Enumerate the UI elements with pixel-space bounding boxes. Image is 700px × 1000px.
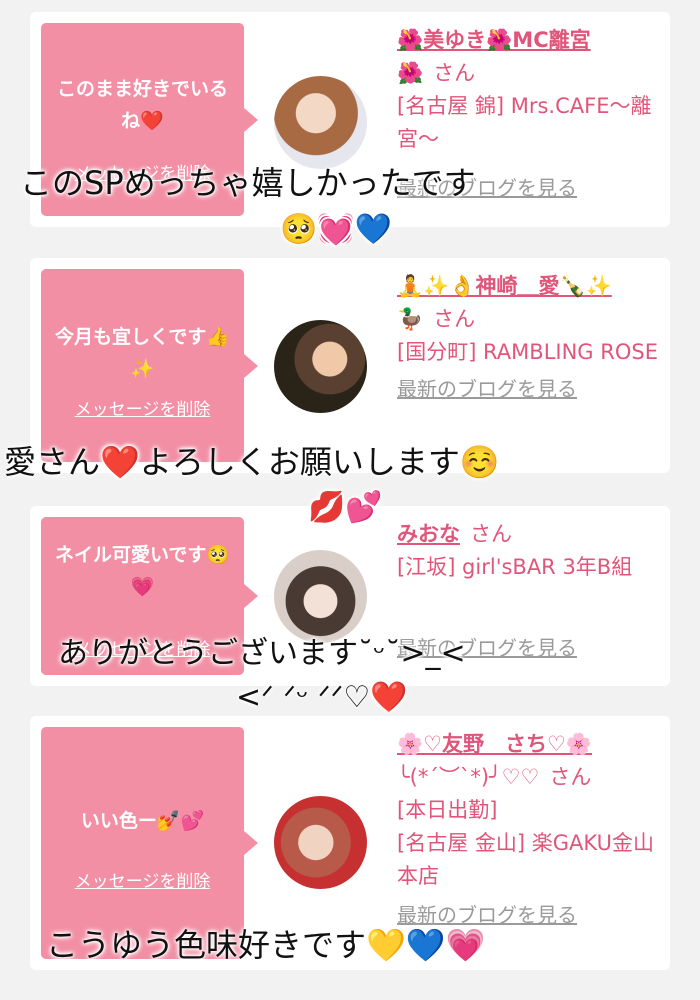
shop-name: [江坂] girl'sBAR 3年B組 xyxy=(397,555,633,579)
avatar[interactable] xyxy=(274,320,367,413)
shop-name: [名古屋 錦] Mrs.CAFE〜離宮〜 xyxy=(397,94,652,151)
honorific: さん xyxy=(549,765,592,789)
user-name-link[interactable]: 🌸♡友野 さち♡🌸 xyxy=(397,732,592,756)
overlay-caption-emoji: <ᐟ ᐟᵕ ᐟᐟ♡❤️ xyxy=(236,680,408,715)
message-bubble: 今月も宜しくです👍✨ メッセージを削除 xyxy=(41,269,258,462)
overlay-caption-emoji: 🥺💓💙 xyxy=(280,212,393,247)
user-name-cont: 🦆 xyxy=(397,307,424,331)
message-text: 今月も宜しくです👍✨ xyxy=(54,326,231,380)
avatar[interactable] xyxy=(274,796,367,889)
user-info: 🧘✨👌神崎＿愛🍾✨ 🦆 さん [国分町] RAMBLING ROSE 最新のブログ… xyxy=(397,270,660,406)
attendance-status: [本日出勤] xyxy=(397,798,498,822)
honorific: さん xyxy=(470,522,512,546)
user-name-cont: 🌺 xyxy=(397,61,424,85)
overlay-caption: このSPめっちゃ嬉しかったです xyxy=(20,164,476,202)
overlay-caption: 愛さん❤️よろしくお願いします☺️ xyxy=(4,443,500,481)
delete-message-link[interactable]: メッセージを削除 xyxy=(41,867,244,892)
overlay-caption-emoji: 💋💕 xyxy=(308,490,383,525)
user-info: 🌸♡友野 さち♡🌸 ╰(*´︶`*)╯♡♡ さん [本日出勤] [名古屋 金山] … xyxy=(397,728,660,932)
delete-message-link[interactable]: メッセージを削除 xyxy=(41,395,244,420)
blog-link[interactable]: 最新のブログを見る xyxy=(397,377,577,401)
message-text: ネイル可愛いです🥺💗 xyxy=(54,544,231,598)
honorific: さん xyxy=(433,61,476,85)
overlay-caption: こうゆう色味好きです💛💙💗 xyxy=(46,926,486,964)
overlay-caption: ありがとうございます˘ᵕ˘>_< xyxy=(58,636,466,671)
shop-name: [名古屋 金山] 楽GAKU金山本店 xyxy=(397,831,654,888)
avatar[interactable] xyxy=(274,76,367,169)
shop-name: [国分町] RAMBLING ROSE xyxy=(397,340,658,364)
user-name-link[interactable]: 🧘✨👌神崎＿愛🍾✨ xyxy=(397,274,612,298)
user-name-cont: ╰(*´︶`*)╯♡♡ xyxy=(397,765,540,789)
message-text: いい色ー💅💕 xyxy=(80,810,205,832)
user-name-link[interactable]: 🌺美ゆき🌺MC離宮 xyxy=(397,28,591,52)
honorific: さん xyxy=(433,307,476,331)
message-text: このまま好きでいるね❤️ xyxy=(56,78,228,132)
user-name-link[interactable]: みおな xyxy=(397,522,460,546)
